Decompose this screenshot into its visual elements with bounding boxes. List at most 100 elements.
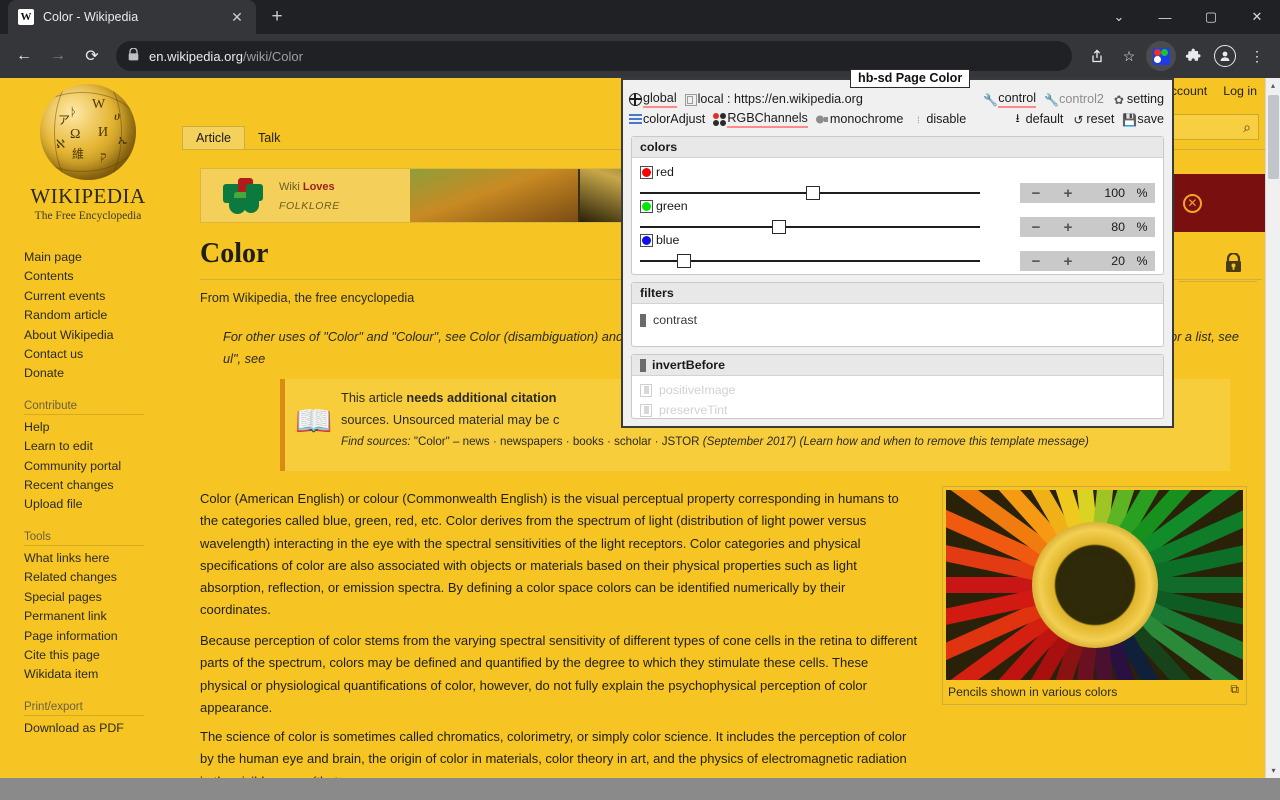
article-paragraph-1: Color (American English) or colour (Comm… xyxy=(200,491,899,618)
new-tab-button[interactable]: + xyxy=(262,2,292,32)
sidebar-item-about-wikipedia[interactable]: About Wikipedia xyxy=(24,326,176,345)
blue-slider-knob[interactable] xyxy=(677,254,692,268)
menu-item-color-adjust-label: colorAdjust xyxy=(643,112,706,126)
green-swatch-icon[interactable] xyxy=(640,199,653,213)
article-thumbnail[interactable]: Pencils shown in various colors ⧉ xyxy=(942,486,1247,705)
toggle-icon[interactable] xyxy=(640,403,652,417)
undo-icon: ↺ xyxy=(1073,112,1084,127)
tab-article[interactable]: Article xyxy=(182,126,245,150)
sidebar-item-wikidata-item[interactable]: Wikidata item xyxy=(24,665,176,684)
url-path: /wiki/Color xyxy=(242,48,303,64)
menu-item-default[interactable]: ⭳ default xyxy=(1011,109,1063,130)
sidebar-item-what-links-here[interactable]: What links here xyxy=(24,549,176,568)
sidebar-item-special-pages[interactable]: Special pages xyxy=(24,588,176,607)
sidebar-item-community-portal[interactable]: Community portal xyxy=(24,457,176,476)
toggle-icon[interactable] xyxy=(640,358,646,372)
sidebar-item-donate[interactable]: Donate xyxy=(24,364,176,383)
menu-item-control[interactable]: 🔧 control xyxy=(983,91,1037,108)
citation-notice-learn-link[interactable]: (Learn how and when to remove this templ… xyxy=(799,435,1088,448)
menu-item-local[interactable]: local : https://en.wikipedia.org xyxy=(684,92,863,107)
menu-item-monochrome-label: monochrome xyxy=(829,112,904,126)
find-sources-terms[interactable]: "Color" – news · newspapers · books · sc… xyxy=(414,435,700,448)
browser-menu-icon[interactable]: ⋮ xyxy=(1242,41,1272,71)
invert-before-panel: invertBefore positiveImage preserveTint xyxy=(631,354,1164,419)
menu-item-color-adjust[interactable]: colorAdjust xyxy=(629,112,705,127)
log-in-link[interactable]: Log in xyxy=(1223,84,1257,98)
close-banner-icon[interactable]: ✕ xyxy=(1182,193,1202,213)
maximize-window-button[interactable]: ▢ xyxy=(1188,0,1234,34)
toggle-icon[interactable] xyxy=(640,313,646,327)
puzzle-heart-icon xyxy=(223,176,267,216)
menu-item-control2-label: control2 xyxy=(1059,92,1104,106)
menu-item-reset[interactable]: ↺ reset xyxy=(1071,112,1114,127)
channel-row-blue: blue − + 20 % xyxy=(640,232,1155,271)
blue-swatch-icon[interactable] xyxy=(640,233,653,247)
scroll-up-icon[interactable]: ▴ xyxy=(1266,78,1280,93)
invert-before-label: invertBefore xyxy=(652,358,725,372)
back-button[interactable]: ← xyxy=(8,40,40,72)
sidebar-item-contents[interactable]: Contents xyxy=(24,267,176,286)
blue-decrement-button[interactable]: − xyxy=(1020,253,1052,270)
wikipedia-sidebar: ᚦ W ሀ Ω И ア 維 ק ℵ ኤ WIKIPEDIA The Free E… xyxy=(0,78,176,778)
sidebar-item-permanent-link[interactable]: Permanent link xyxy=(24,607,176,626)
menu-item-disable[interactable]: ⁞ disable xyxy=(911,112,966,127)
close-window-button[interactable]: ✕ xyxy=(1234,0,1280,34)
open-book-icon: 📖 xyxy=(295,405,333,438)
close-tab-icon[interactable]: ✕ xyxy=(228,8,246,26)
share-icon[interactable] xyxy=(1082,41,1112,71)
profile-avatar[interactable] xyxy=(1210,41,1240,71)
channel-row-red: red − + 100 % xyxy=(640,164,1155,203)
menu-item-monochrome[interactable]: monochrome xyxy=(815,112,904,127)
enlarge-image-icon[interactable]: ⧉ xyxy=(1230,682,1239,697)
sidebar-item-learn-to-edit[interactable]: Learn to edit xyxy=(24,437,176,456)
bookmark-star-icon[interactable]: ☆ xyxy=(1114,41,1144,71)
tab-talk[interactable]: Talk xyxy=(245,127,293,150)
blue-increment-button[interactable]: + xyxy=(1052,253,1084,270)
filter-item-contrast[interactable]: contrast xyxy=(640,310,1155,330)
menu-item-global[interactable]: global xyxy=(628,91,677,108)
chevron-down-icon[interactable]: ⌄ xyxy=(1096,0,1142,34)
red-label: red xyxy=(656,165,674,179)
menu-item-rgb-channels[interactable]: RGBChannels xyxy=(713,111,808,128)
blue-slider[interactable] xyxy=(640,254,980,268)
sidebar-item-random-article[interactable]: Random article xyxy=(24,306,176,325)
wikipedia-logo[interactable]: ᚦ W ሀ Ω И ア 維 ק ℵ ኤ WIKIPEDIA The Free E… xyxy=(0,78,176,222)
page-color-extension-icon[interactable] xyxy=(1146,41,1176,71)
invert-before-panel-title: invertBefore xyxy=(632,355,1163,376)
sidebar-item-recent-changes[interactable]: Recent changes xyxy=(24,476,176,495)
sidebar-item-upload-file[interactable]: Upload file xyxy=(24,495,176,514)
red-swatch-icon[interactable] xyxy=(640,165,653,179)
invert-item-positive-image[interactable]: positiveImage xyxy=(640,380,1155,400)
menu-item-control2[interactable]: 🔧 control2 xyxy=(1044,92,1104,107)
gear-icon: ✿ xyxy=(1113,92,1124,107)
article-paragraph-3: The science of color is sometimes called… xyxy=(200,729,907,778)
menu-item-setting[interactable]: ✿ setting xyxy=(1112,92,1164,107)
address-bar[interactable]: en.wikipedia.org/wiki/Color xyxy=(116,41,1072,71)
channel-label-green: green xyxy=(640,198,1155,214)
scrollbar-thumb[interactable] xyxy=(1268,95,1279,179)
sidebar-item-download-as-pdf[interactable]: Download as PDF xyxy=(24,719,176,738)
extensions-puzzle-icon[interactable] xyxy=(1178,41,1208,71)
positive-image-label: positiveImage xyxy=(659,383,736,397)
menu-item-save[interactable]: 💾 save xyxy=(1122,112,1164,127)
banner-line2: FOLKLORE xyxy=(279,199,340,212)
protected-page-lock-icon[interactable] xyxy=(1224,252,1243,280)
sidebar-item-main-page[interactable]: Main page xyxy=(24,248,176,267)
sidebar-item-current-events[interactable]: Current events xyxy=(24,287,176,306)
sidebar-heading-contribute: Contribute xyxy=(24,400,144,415)
sidebar-item-page-information[interactable]: Page information xyxy=(24,627,176,646)
invert-item-preserve-tint[interactable]: preserveTint xyxy=(640,400,1155,420)
forward-button[interactable]: → xyxy=(42,40,74,72)
reload-button[interactable]: ⟳ xyxy=(76,40,108,72)
sidebar-item-related-changes[interactable]: Related changes xyxy=(24,568,176,587)
browser-toolbar: ← → ⟳ en.wikipedia.org/wiki/Color ☆ ⋮ xyxy=(0,34,1280,78)
sidebar-item-help[interactable]: Help xyxy=(24,418,176,437)
minimize-window-button[interactable]: — xyxy=(1142,0,1188,34)
browser-tab[interactable]: W Color - Wikipedia ✕ xyxy=(8,0,256,34)
toggle-icon[interactable] xyxy=(640,383,652,397)
article-tabs: Article Talk xyxy=(182,124,293,150)
sidebar-item-cite-this-page[interactable]: Cite this page xyxy=(24,646,176,665)
scroll-down-icon[interactable]: ▾ xyxy=(1266,763,1280,778)
page-scrollbar[interactable]: ▴ ▾ xyxy=(1265,78,1280,778)
sidebar-item-contact-us[interactable]: Contact us xyxy=(24,345,176,364)
